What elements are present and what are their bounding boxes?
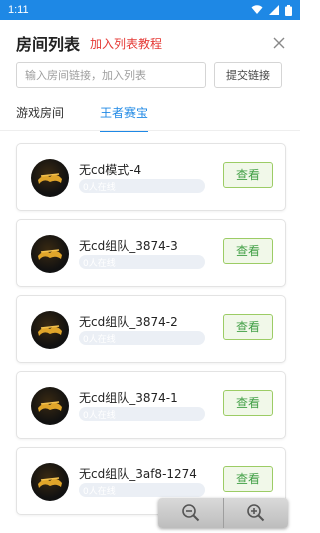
zoom-in-icon (247, 504, 265, 522)
page-title: 房间列表 (16, 35, 81, 54)
room-avatar (31, 463, 69, 501)
room-card: 无cd组队_3874-1 0人在线 查看 (16, 371, 286, 439)
tabs: 游戏房间 王者赛宝 (16, 104, 286, 132)
close-icon[interactable] (272, 36, 286, 50)
online-badge: 0人在线 (79, 331, 205, 345)
tab-wangzhe-saibao[interactable]: 王者赛宝 (100, 104, 149, 132)
room-name: 无cd组队_3874-2 (79, 315, 178, 329)
view-button[interactable]: 查看 (223, 238, 273, 264)
room-avatar (31, 311, 69, 349)
online-badge: 0人在线 (79, 483, 205, 497)
room-list: 无cd模式-4 0人在线 查看 无cd组队_3874-3 0人在线 查看 无cd… (16, 143, 286, 523)
room-card: 无cd组队_3874-3 0人在线 查看 (16, 219, 286, 287)
tab-game-rooms[interactable]: 游戏房间 (16, 104, 64, 130)
status-bar: 1:11 (0, 0, 300, 20)
zoom-in-button[interactable] (223, 498, 288, 528)
room-card: 无cd组队_3874-2 0人在线 查看 (16, 295, 286, 363)
online-badge: 0人在线 (79, 255, 205, 269)
status-time: 1:11 (8, 4, 29, 16)
room-name: 无cd模式-4 (79, 163, 142, 177)
header: 房间列表 加入列表教程 (0, 24, 300, 62)
room-avatar (31, 235, 69, 273)
room-name: 无cd组队_3874-3 (79, 239, 178, 253)
submit-link-button[interactable]: 提交链接 (214, 62, 282, 88)
online-badge: 0人在线 (79, 407, 205, 421)
online-count: 0人在线 (83, 259, 116, 269)
tab-divider (0, 130, 300, 131)
online-count: 0人在线 (83, 335, 116, 345)
room-avatar (31, 387, 69, 425)
room-name: 无cd组队_3874-1 (79, 391, 178, 405)
zoom-out-icon (181, 504, 199, 522)
online-badge: 0人在线 (79, 179, 205, 193)
zoom-out-button[interactable] (158, 498, 223, 528)
tutorial-link[interactable]: 加入列表教程 (90, 35, 162, 52)
room-card: 无cd模式-4 0人在线 查看 (16, 143, 286, 211)
status-icons (251, 4, 292, 16)
room-name: 无cd组队_3af8-1274 (79, 467, 197, 481)
zoom-controls (158, 498, 288, 528)
view-button[interactable]: 查看 (223, 162, 273, 188)
wifi-icon (251, 5, 263, 14)
room-avatar (31, 159, 69, 197)
signal-icon (269, 5, 279, 15)
view-button[interactable]: 查看 (223, 466, 273, 492)
battery-icon (285, 4, 292, 16)
room-link-input[interactable] (16, 62, 206, 88)
online-count: 0人在线 (83, 411, 116, 421)
view-button[interactable]: 查看 (223, 390, 273, 416)
view-button[interactable]: 查看 (223, 314, 273, 340)
search-row: 提交链接 (16, 62, 286, 90)
online-count: 0人在线 (83, 487, 116, 497)
online-count: 0人在线 (83, 183, 116, 193)
